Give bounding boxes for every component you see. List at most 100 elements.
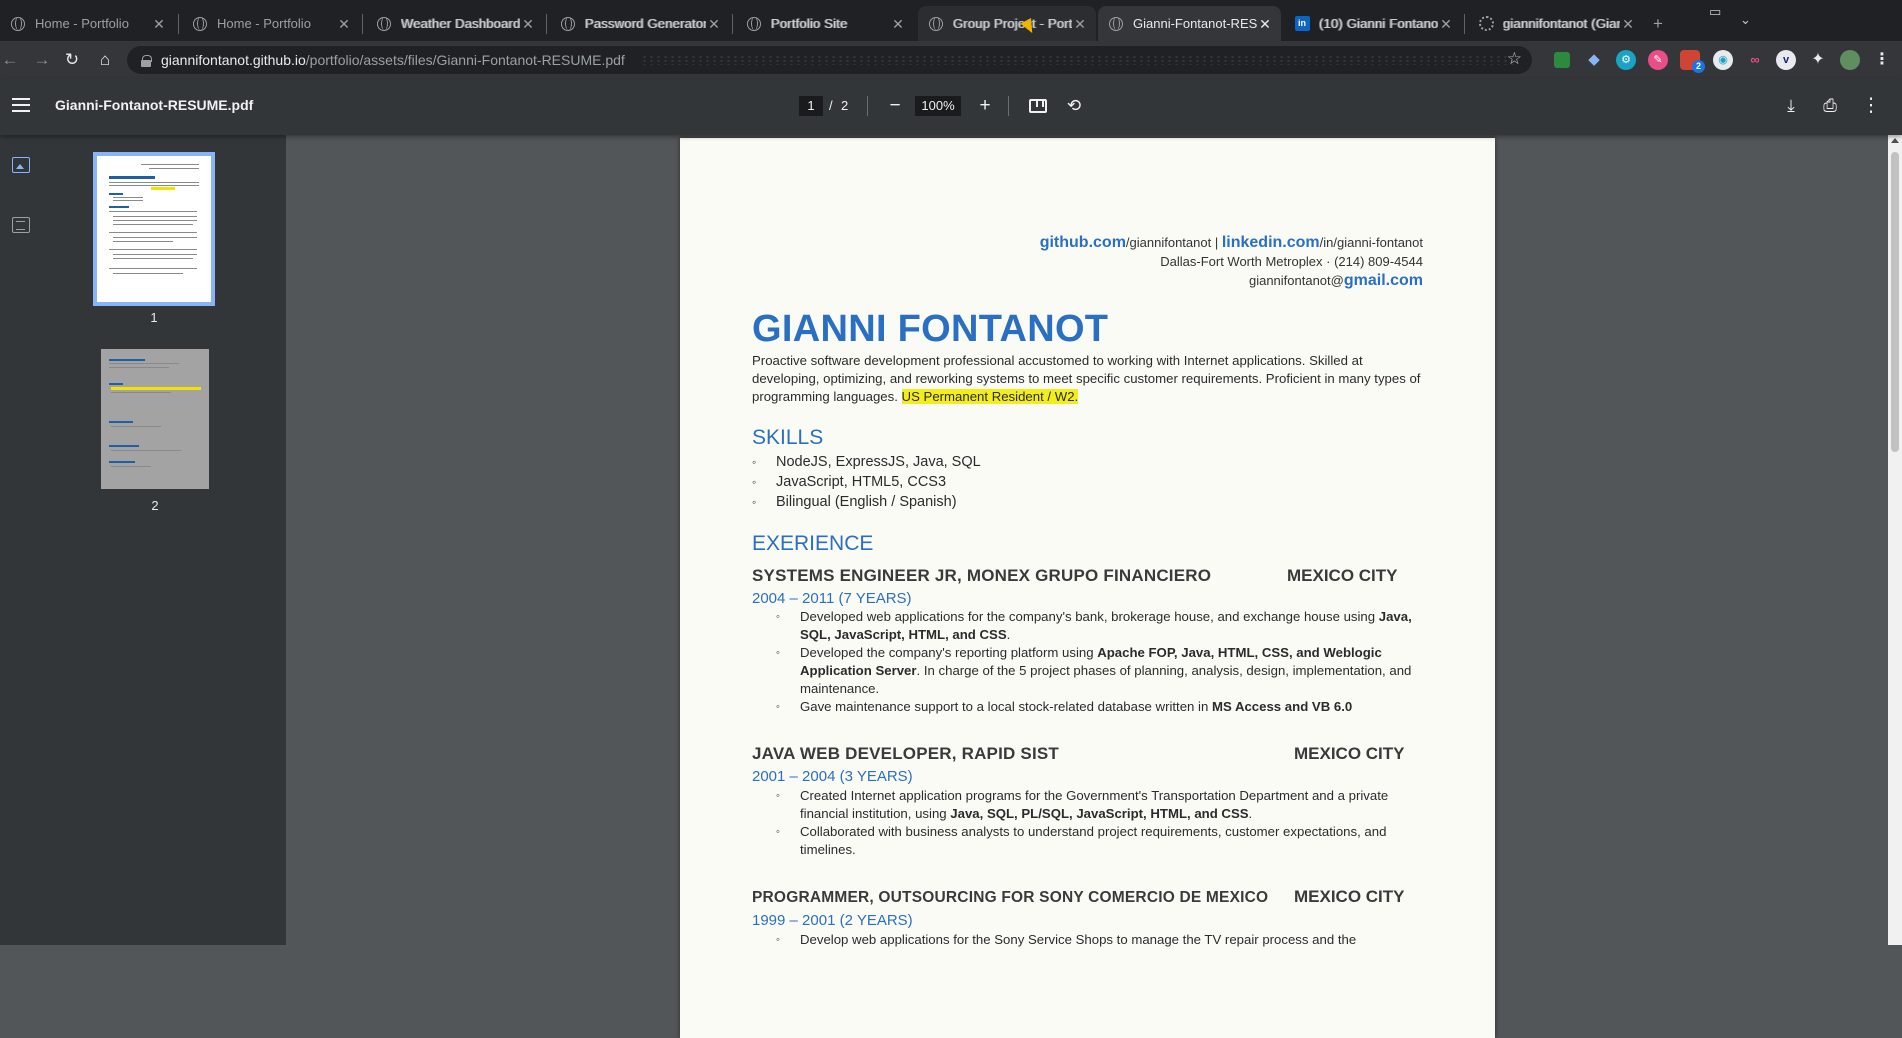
pdf-filename: Gianni-Fontanot-RESUME.pdf	[55, 97, 254, 113]
tab-linkedin[interactable]: in (10) Gianni Fontanot | ✕	[1284, 6, 1462, 41]
fit-to-page-icon[interactable]	[1026, 94, 1050, 118]
job-title: SYSTEMS ENGINEER JR, MONEX GRUPO FINANCI…	[752, 566, 1212, 585]
globe-icon	[1108, 16, 1124, 32]
print-icon[interactable]: ⎙	[1818, 94, 1842, 118]
experience-heading: EXERIENCE	[752, 532, 874, 555]
close-icon[interactable]: ✕	[890, 16, 906, 32]
thumbnail-label: 2	[151, 498, 159, 513]
download-icon[interactable]: ⤓	[1779, 94, 1803, 118]
page-separator: /	[829, 98, 833, 113]
minimize-icon[interactable]: ▭	[1709, 4, 1721, 20]
tab-title: Portfolio Site	[771, 16, 848, 31]
close-icon[interactable]: ✕	[1072, 16, 1088, 32]
tab-title: Group Project - Portf	[953, 16, 1072, 31]
reload-icon[interactable]: ↻	[62, 50, 82, 70]
sheets-extension-icon[interactable]	[1554, 52, 1570, 68]
job-location: MEXICO CITY	[1294, 744, 1405, 763]
extension-icon[interactable]: ∞	[1745, 50, 1765, 70]
tab-home-portfolio-2[interactable]: Home - Portfolio ✕	[182, 6, 360, 41]
pdf-sidebar: 1 2	[0, 135, 286, 945]
close-icon[interactable]: ✕	[1438, 16, 1454, 32]
list-item: NodeJS, ExpressJS, Java, SQL	[752, 452, 981, 472]
sidebar-icon-rail	[0, 135, 42, 945]
globe-icon	[10, 16, 26, 32]
list-item: Created Internet application programs fo…	[776, 787, 1431, 823]
globe-icon	[746, 16, 762, 32]
pdf-toolbar: Gianni-Fontanot-RESUME.pdf 1 / 2 − 100% …	[0, 79, 1902, 135]
tab-github[interactable]: giannifontanot (Gianni ✕	[1468, 6, 1644, 41]
extension-icon[interactable]: ⚙	[1616, 50, 1636, 70]
thumbnails-icon[interactable]	[12, 157, 30, 173]
globe-icon	[192, 16, 208, 32]
zoom-in-icon[interactable]: +	[973, 94, 997, 118]
zoom-out-icon[interactable]: −	[883, 94, 907, 118]
email-user: giannifontanot@	[1248, 273, 1344, 288]
tab-strip: Home - Portfolio ✕ Home - Portfolio ✕ We…	[0, 0, 1902, 41]
vimeo-extension-icon[interactable]: v	[1776, 50, 1796, 70]
menu-icon[interactable]	[12, 98, 30, 112]
github-link[interactable]: github.com	[1040, 234, 1126, 251]
close-icon[interactable]: ✕	[1620, 16, 1636, 32]
job-dates: 2004 – 2011 (7 YEARS)	[752, 590, 912, 607]
list-item: Developed the company's reporting platfo…	[776, 644, 1431, 698]
linkedin-link[interactable]: linkedin.com	[1222, 234, 1320, 251]
tab-title: (10) Gianni Fontanot |	[1319, 16, 1438, 31]
close-icon[interactable]: ✕	[151, 16, 167, 32]
more-actions-icon[interactable]: ⋮	[1859, 94, 1883, 118]
pdf-page-1: github.com/giannifontanot | linkedin.com…	[680, 138, 1495, 1038]
extension-icon[interactable]: ◉	[1713, 50, 1733, 70]
browser-toolbar: ← → ↻ ⌂ giannifontanot.github.io /portfo…	[0, 41, 1902, 79]
tab-password-generator[interactable]: Password Generator - P ✕	[550, 6, 730, 41]
list-item: Developed web applications for the compa…	[776, 608, 1431, 644]
close-icon[interactable]: ✕	[336, 16, 352, 32]
page-thumbnail-1[interactable]	[93, 152, 215, 306]
close-icon[interactable]: ✕	[1257, 16, 1273, 32]
page-thumbnail-2[interactable]	[101, 349, 209, 489]
bookmark-star-icon[interactable]: ☆	[1507, 49, 1522, 69]
close-icon[interactable]: ✕	[706, 16, 722, 32]
page-number-input[interactable]: 1	[799, 96, 823, 116]
email-domain[interactable]: gmail.com	[1344, 272, 1423, 289]
linkedin-path: /in/gianni-fontanot	[1319, 235, 1423, 250]
tab-title: Password Generator - P	[585, 16, 706, 31]
url-host: giannifontanot.github.io	[161, 52, 306, 68]
forward-icon[interactable]: →	[32, 50, 52, 70]
job-dates: 2001 – 2004 (3 YEARS)	[752, 768, 913, 785]
page-total: 2	[841, 98, 849, 113]
tab-weather-dashboard[interactable]: Weather Dashboard - R ✕	[366, 6, 544, 41]
new-tab-icon[interactable]: +	[1648, 14, 1668, 34]
tab-title: giannifontanot (Gianni	[1503, 16, 1620, 31]
close-icon[interactable]: ✕	[520, 16, 536, 32]
tab-title: Home - Portfolio	[217, 16, 311, 31]
document-outline-icon[interactable]	[12, 217, 30, 233]
resume-summary: Proactive software development professio…	[752, 352, 1427, 406]
tab-portfolio-site[interactable]: Portfolio Site ✕	[736, 6, 914, 41]
kebab-menu-icon[interactable]: ⋮	[1872, 50, 1892, 70]
puzzle-extensions-icon[interactable]: ✦	[1808, 50, 1828, 70]
back-icon[interactable]: ←	[0, 50, 20, 70]
lock-icon[interactable]	[141, 54, 152, 67]
list-item: Develop web applications for the Sony Se…	[776, 931, 1431, 949]
job-dates: 1999 – 2001 (2 YEARS)	[752, 912, 913, 929]
tab-group-project[interactable]: Group Project - Portf ✕	[918, 6, 1096, 41]
github-icon	[1478, 16, 1494, 32]
resume-name: GIANNI FONTANOT	[752, 308, 1109, 350]
zoom-input[interactable]: 100%	[915, 96, 961, 116]
rotate-icon[interactable]: ⟲	[1062, 94, 1086, 118]
dropbox-extension-icon[interactable]: ◆	[1584, 50, 1604, 70]
home-icon[interactable]: ⌂	[95, 50, 115, 70]
tab-title: Home - Portfolio	[35, 16, 129, 31]
tab-search-icon[interactable]: ⌄	[1740, 12, 1751, 28]
tab-home-portfolio-1[interactable]: Home - Portfolio ✕	[0, 6, 175, 41]
scroll-up-arrow[interactable]	[1891, 138, 1899, 143]
avatar[interactable]	[1840, 50, 1860, 70]
skills-heading: SKILLS	[752, 426, 824, 449]
extension-badge: 2	[1692, 60, 1705, 73]
scrollbar-thumb[interactable]	[1891, 152, 1899, 452]
list-item: JavaScript, HTML5, CCS3	[752, 472, 981, 492]
extension-icon[interactable]: ✎	[1648, 50, 1668, 70]
tab-resume-pdf[interactable]: Gianni-Fontanot-RESU ✕	[1098, 6, 1281, 41]
linkedin-icon: in	[1294, 16, 1310, 32]
address-bar[interactable]: giannifontanot.github.io /portfolio/asse…	[127, 46, 1532, 74]
url-path: /portfolio/assets/files/Gianni-Fontanot-…	[305, 52, 625, 68]
